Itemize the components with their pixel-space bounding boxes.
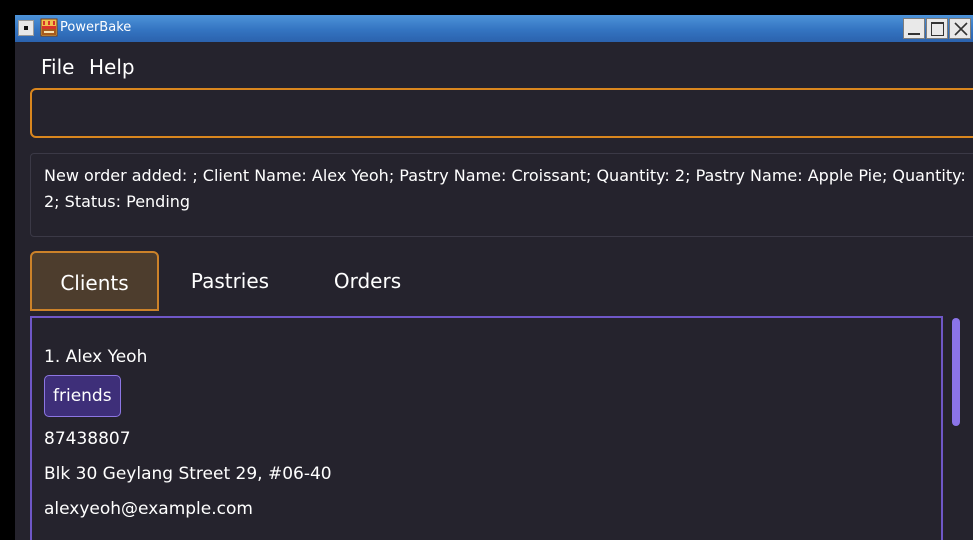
tab-clients[interactable]: Clients [30, 251, 159, 311]
app-window: PowerBake File Help New order added: ; C… [15, 15, 973, 540]
title-bar[interactable]: PowerBake [15, 15, 973, 42]
minimize-icon[interactable] [903, 18, 925, 39]
client-list[interactable]: 1. Alex Yeoh friends 87438807 Blk 30 Gey… [30, 316, 943, 540]
menu-bar: File Help [15, 42, 973, 82]
menu-file[interactable]: File [41, 55, 74, 79]
result-message: New order added: ; Client Name: Alex Yeo… [44, 166, 966, 211]
menu-help[interactable]: Help [89, 55, 135, 79]
tab-pastries[interactable]: Pastries [175, 251, 285, 311]
command-input[interactable] [30, 88, 973, 138]
tab-label: Pastries [190, 269, 270, 293]
result-display: New order added: ; Client Name: Alex Yeo… [30, 153, 973, 237]
window-menu-icon[interactable] [18, 20, 34, 36]
client-address: Blk 30 Geylang Street 29, #06-40 [44, 464, 332, 484]
tab-label: Clients [60, 271, 129, 295]
client-tag: friends [44, 375, 121, 417]
client-name: 1. Alex Yeoh [44, 347, 148, 367]
tab-label: Orders [333, 269, 402, 293]
close-icon[interactable] [949, 18, 971, 39]
maximize-icon[interactable] [926, 18, 948, 39]
tab-orders[interactable]: Orders [315, 251, 420, 311]
window-title: PowerBake [60, 20, 132, 35]
client-phone: 87438807 [44, 429, 131, 449]
cake-icon [40, 18, 58, 37]
list-scrollbar[interactable] [952, 318, 960, 426]
client-email: alexyeoh@example.com [44, 499, 253, 519]
